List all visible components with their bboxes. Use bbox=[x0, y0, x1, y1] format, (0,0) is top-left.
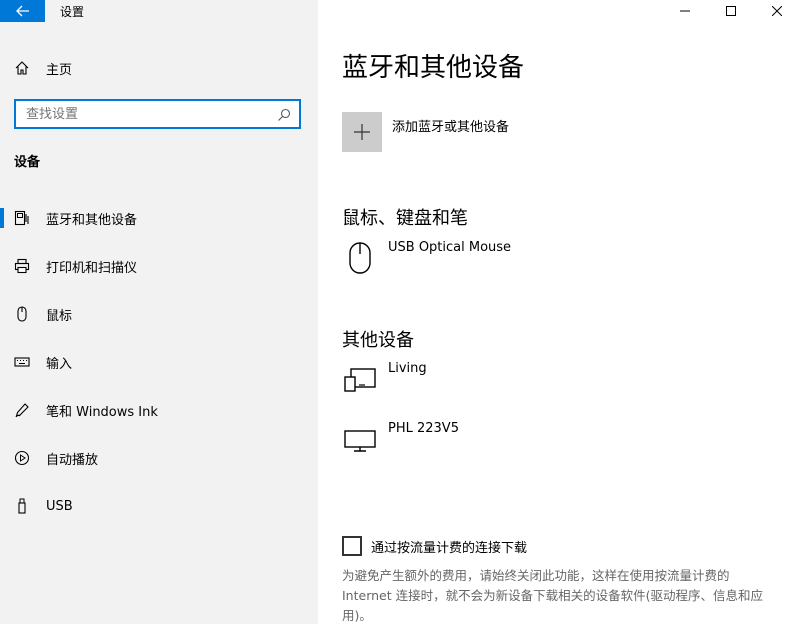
media-device-icon bbox=[342, 361, 378, 397]
section-heading: 设备 bbox=[14, 155, 41, 170]
sidebar-item-pen[interactable]: 笔和 Windows Ink bbox=[0, 386, 318, 434]
device-item[interactable]: Living bbox=[342, 361, 427, 397]
main-content: 蓝牙和其他设备 添加蓝牙或其他设备 鼠标、键盘和笔 USB Optical Mo… bbox=[318, 0, 800, 624]
device-item[interactable]: USB Optical Mouse bbox=[342, 240, 511, 276]
device-name: USB Optical Mouse bbox=[388, 240, 512, 255]
autoplay-icon bbox=[14, 450, 36, 466]
mouse-icon bbox=[14, 306, 36, 322]
group-title-other-devices: 其他设备 bbox=[342, 330, 414, 351]
group-title-input-devices: 鼠标、键盘和笔 bbox=[342, 208, 468, 229]
sidebar-item-label: 蓝牙和其他设备 bbox=[46, 212, 138, 228]
sidebar-item-label: 鼠标 bbox=[46, 308, 73, 324]
sidebar-item-printers[interactable]: 打印机和扫描仪 bbox=[0, 242, 318, 290]
app-title: 设置 bbox=[60, 5, 85, 19]
checkbox-box[interactable] bbox=[342, 536, 362, 556]
device-item[interactable]: PHL 223V5 bbox=[342, 421, 459, 457]
add-device-label: 添加蓝牙或其他设备 bbox=[392, 120, 510, 135]
back-button[interactable] bbox=[0, 0, 45, 22]
sidebar-item-label: 自动播放 bbox=[46, 452, 99, 468]
monitor-icon bbox=[342, 421, 378, 457]
pen-icon bbox=[14, 402, 36, 418]
sidebar-item-mouse[interactable]: 鼠标 bbox=[0, 290, 318, 338]
sidebar-item-bluetooth[interactable]: 蓝牙和其他设备 bbox=[0, 194, 318, 242]
device-name: Living bbox=[388, 361, 427, 376]
sidebar-item-usb[interactable]: USB bbox=[0, 482, 318, 530]
search-box[interactable] bbox=[14, 99, 301, 129]
home-icon bbox=[14, 60, 36, 76]
sidebar: 设置 主页 设备 蓝牙和其他设备 bbox=[0, 0, 318, 624]
keyboard-icon bbox=[14, 354, 36, 370]
metered-download-label: 通过按流量计费的连接下载 bbox=[371, 540, 528, 556]
sidebar-item-label: USB bbox=[46, 498, 73, 514]
search-icon[interactable] bbox=[277, 107, 291, 126]
sidebar-item-label: 笔和 Windows Ink bbox=[46, 404, 158, 420]
sidebar-item-label: 打印机和扫描仪 bbox=[46, 260, 138, 276]
metered-download-description: 为避免产生额外的费用，请始终关闭此功能，这样在使用按流量计费的 Internet… bbox=[342, 568, 763, 623]
page-title: 蓝牙和其他设备 bbox=[342, 53, 525, 83]
add-icon bbox=[342, 112, 382, 152]
sidebar-item-autoplay[interactable]: 自动播放 bbox=[0, 434, 318, 482]
device-name: PHL 223V5 bbox=[388, 421, 459, 436]
nav-home-label: 主页 bbox=[46, 62, 73, 78]
mouse-icon bbox=[342, 240, 378, 276]
bluetooth-devices-icon bbox=[14, 210, 36, 226]
arrow-left-icon bbox=[15, 5, 29, 17]
sidebar-item-label: 输入 bbox=[46, 356, 73, 372]
printer-icon bbox=[14, 258, 36, 274]
usb-icon bbox=[14, 498, 36, 514]
nav-home[interactable]: 主页 bbox=[14, 56, 72, 80]
search-input[interactable] bbox=[26, 106, 266, 122]
metered-download-checkbox[interactable]: 通过按流量计费的连接下载 bbox=[342, 536, 527, 556]
sidebar-item-typing[interactable]: 输入 bbox=[0, 338, 318, 386]
nav-list: 蓝牙和其他设备 打印机和扫描仪 鼠标 输入 笔和 Windows Ink 自动播… bbox=[0, 194, 318, 530]
add-device-button[interactable]: 添加蓝牙或其他设备 bbox=[342, 112, 509, 152]
